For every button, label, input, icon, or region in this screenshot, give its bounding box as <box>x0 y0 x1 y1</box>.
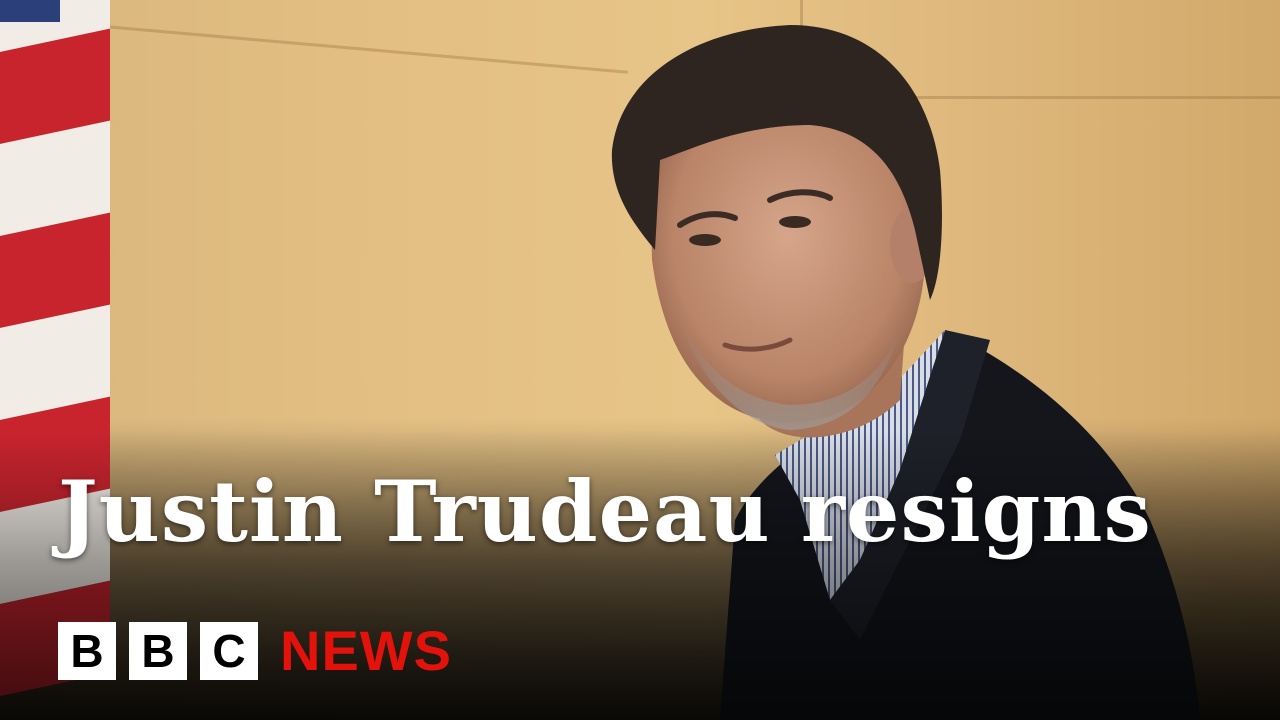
logo-news-text: NEWS <box>280 619 452 682</box>
logo-letter-c: C <box>200 622 258 680</box>
bbc-news-logo: B B C NEWS <box>58 622 452 680</box>
logo-letter-b2: B <box>129 622 187 680</box>
logo-letter-b1: B <box>58 622 116 680</box>
headline: Justin Trudeau resigns <box>58 462 1152 561</box>
thumbnail: Justin Trudeau resigns B B C NEWS <box>0 0 1280 720</box>
